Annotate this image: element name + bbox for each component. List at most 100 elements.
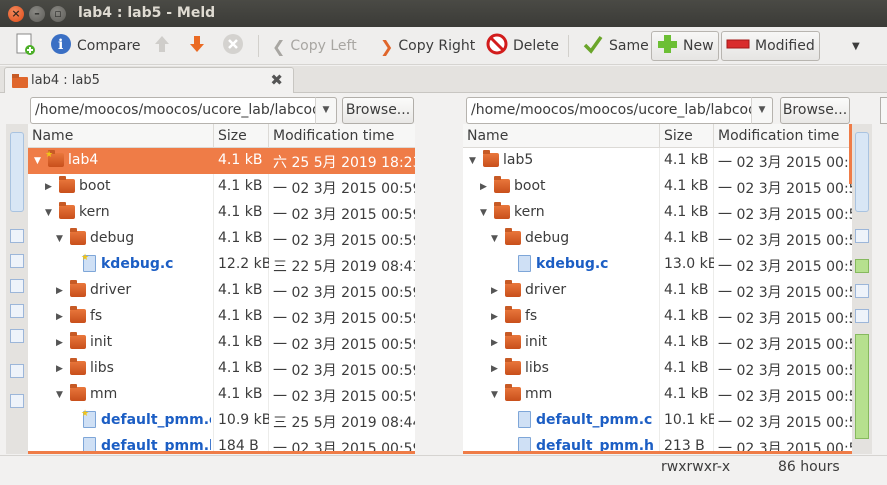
expand-arrow-icon[interactable]: ▶ (480, 182, 487, 192)
folder-icon: ★ (45, 150, 64, 167)
chevron-left-icon: ❮ (272, 36, 286, 56)
expand-arrow-icon[interactable]: ▶ (491, 364, 498, 374)
folder-row[interactable]: ▶ boot 4.1 kB 一 02 3月 2015 00:59 (463, 174, 852, 200)
column-modification-time[interactable]: Modification time (718, 128, 839, 144)
right-path-input[interactable]: /home/moocos/moocos/ucore_lab/labcode (466, 97, 773, 124)
collapse-arrow-icon[interactable]: ▼ (56, 234, 63, 244)
expand-arrow-icon[interactable]: ▶ (491, 286, 498, 296)
expand-arrow-icon[interactable]: ▶ (56, 286, 63, 296)
expand-arrow-icon[interactable]: ▶ (491, 338, 498, 348)
item-name: fs (525, 308, 538, 324)
expand-arrow-icon[interactable]: ▶ (491, 312, 498, 322)
file-row[interactable]: default_pmm.c 10.1 kB 一 02 3月 2015 00:59 (463, 408, 852, 434)
item-mtime: 一 02 3月 2015 00:59: (273, 285, 415, 301)
folder-icon (70, 384, 86, 401)
right-path-dropdown[interactable]: ▼ (751, 97, 773, 124)
overflow-menu-button[interactable]: ▼ (852, 31, 860, 61)
folder-icon (59, 202, 75, 219)
folder-row[interactable]: ▶ init 4.1 kB 一 02 3月 2015 00:59 (463, 330, 852, 356)
item-name: debug (525, 230, 570, 246)
folder-row[interactable]: ▶ fs 4.1 kB 一 02 3月 2015 00:59 (463, 304, 852, 330)
expand-arrow-icon[interactable]: ▶ (56, 312, 63, 322)
close-tab-icon[interactable]: ✖ (270, 71, 283, 89)
collapse-arrow-icon[interactable]: ▼ (480, 208, 487, 218)
expand-arrow-icon[interactable]: ▶ (56, 338, 63, 348)
filter-modified-toggle[interactable]: Modified (721, 31, 820, 61)
left-browse-button[interactable]: Browse... (342, 97, 414, 124)
collapse-arrow-icon[interactable]: ▼ (491, 234, 498, 244)
stop-button[interactable] (222, 31, 244, 61)
copy-left-button[interactable]: ❮ Copy Left (272, 31, 357, 61)
folder-row[interactable]: ▼ mm 4.1 kB 一 02 3月 2015 00:59 (463, 382, 852, 408)
tab-label: lab4 : lab5 (31, 73, 100, 88)
item-name: lab5 (503, 152, 534, 168)
filter-same-toggle[interactable]: Same (582, 31, 649, 61)
copy-right-label: Copy Right (398, 38, 476, 54)
collapse-arrow-icon[interactable]: ▼ (56, 390, 63, 400)
folder-row[interactable]: ▶ driver 4.1 kB 一 02 3月 2015 00:59: (28, 278, 415, 304)
chevron-down-icon: ▼ (852, 40, 860, 52)
new-comparison-button[interactable] (14, 31, 41, 61)
file-row[interactable]: ★ default_pmm.c 10.9 kB 三 25 5月 2019 08:44: (28, 408, 415, 434)
column-name[interactable]: Name (467, 128, 508, 144)
column-name[interactable]: Name (32, 128, 73, 144)
left-file-tree[interactable]: Name Size Modification time ▼ ★ lab4 4.1 kB… (28, 124, 415, 454)
folder-row[interactable]: ▶ init 4.1 kB 一 02 3月 2015 00:59: (28, 330, 415, 356)
left-path-input[interactable]: /home/moocos/moocos/ucore_lab/labcode (30, 97, 337, 124)
folder-row[interactable]: ▼ kern 4.1 kB 一 02 3月 2015 00:59 (463, 200, 852, 226)
item-size: 4.1 kB (664, 152, 709, 168)
collapse-arrow-icon[interactable]: ▼ (469, 156, 476, 166)
collapse-arrow-icon[interactable]: ▼ (45, 208, 52, 218)
item-name: fs (90, 308, 103, 324)
expand-arrow-icon[interactable]: ▶ (45, 182, 52, 192)
file-row[interactable]: ★ kdebug.c 12.2 kB 三 22 5月 2019 08:43: (28, 252, 415, 278)
folder-row[interactable]: ▶ fs 4.1 kB 一 02 3月 2015 00:59: (28, 304, 415, 330)
left-scrollbar-thumb[interactable] (10, 132, 24, 212)
folder-icon (59, 176, 75, 193)
folder-row[interactable]: ▼ lab5 4.1 kB 一 02 3月 2015 00:59 (463, 148, 852, 174)
previous-change-button[interactable] (152, 31, 172, 61)
right-file-tree[interactable]: Name Size Modification time ▼ lab5 4.1 kB 一… (463, 124, 852, 454)
file-row[interactable]: kdebug.c 13.0 kB 一 02 3月 2015 00:59 (463, 252, 852, 278)
close-window-button[interactable]: × (8, 6, 24, 22)
folder-row[interactable]: ▶ libs 4.1 kB 一 02 3月 2015 00:59 (463, 356, 852, 382)
right-diff-map[interactable] (852, 124, 872, 454)
folder-row[interactable]: ▶ driver 4.1 kB 一 02 3月 2015 00:59 (463, 278, 852, 304)
right-scrollbar-thumb[interactable] (855, 132, 869, 212)
expand-arrow-icon[interactable]: ▶ (56, 364, 63, 374)
filter-new-toggle[interactable]: New (651, 31, 719, 61)
minimize-window-button[interactable]: – (29, 6, 45, 22)
folder-icon (70, 280, 86, 297)
collapse-arrow-icon[interactable]: ▼ (34, 156, 41, 166)
left-path-dropdown[interactable]: ▼ (315, 97, 337, 124)
tab-lab4-lab5[interactable]: lab4 : lab5 ✖ (4, 67, 294, 93)
right-browse-button[interactable]: Browse... (780, 97, 850, 124)
collapse-arrow-icon[interactable]: ▼ (491, 390, 498, 400)
folder-row[interactable]: ▼ ★ lab4 4.1 kB 六 25 5月 2019 18:23: (28, 148, 415, 174)
new-document-icon (14, 32, 36, 60)
folder-row[interactable]: ▼ debug 4.1 kB 一 02 3月 2015 00:59: (28, 226, 415, 252)
copy-right-button[interactable]: ❯ Copy Right (380, 31, 475, 61)
column-modification-time[interactable]: Modification time (273, 128, 394, 144)
copy-left-label: Copy Left (290, 38, 357, 54)
item-mtime: 一 02 3月 2015 00:59 (718, 181, 852, 197)
item-size: 4.1 kB (664, 282, 709, 298)
item-name: mm (90, 386, 118, 402)
item-name: libs (525, 360, 549, 376)
delete-button[interactable]: Delete (486, 31, 559, 61)
maximize-window-button[interactable]: ▫ (50, 6, 66, 22)
column-size[interactable]: Size (218, 128, 247, 144)
compare-button[interactable]: i Compare (50, 31, 141, 61)
file-icon: ★ (81, 409, 96, 428)
item-mtime: 一 02 3月 2015 00:59 (718, 337, 852, 353)
folder-row[interactable]: ▼ debug 4.1 kB 一 02 3月 2015 00:59 (463, 226, 852, 252)
next-change-button[interactable] (187, 31, 207, 61)
title-bar: × – ▫ lab4 : lab5 - Meld (0, 0, 887, 27)
folder-row[interactable]: ▼ kern 4.1 kB 一 02 3月 2015 00:59: (28, 200, 415, 226)
folder-row[interactable]: ▶ libs 4.1 kB 一 02 3月 2015 00:59: (28, 356, 415, 382)
folder-row[interactable]: ▶ boot 4.1 kB 一 02 3月 2015 00:59: (28, 174, 415, 200)
folder-row[interactable]: ▼ mm 4.1 kB 一 02 3月 2015 00:59: (28, 382, 415, 408)
item-name: driver (525, 282, 567, 298)
column-size[interactable]: Size (664, 128, 693, 144)
left-diff-map[interactable] (6, 124, 28, 454)
